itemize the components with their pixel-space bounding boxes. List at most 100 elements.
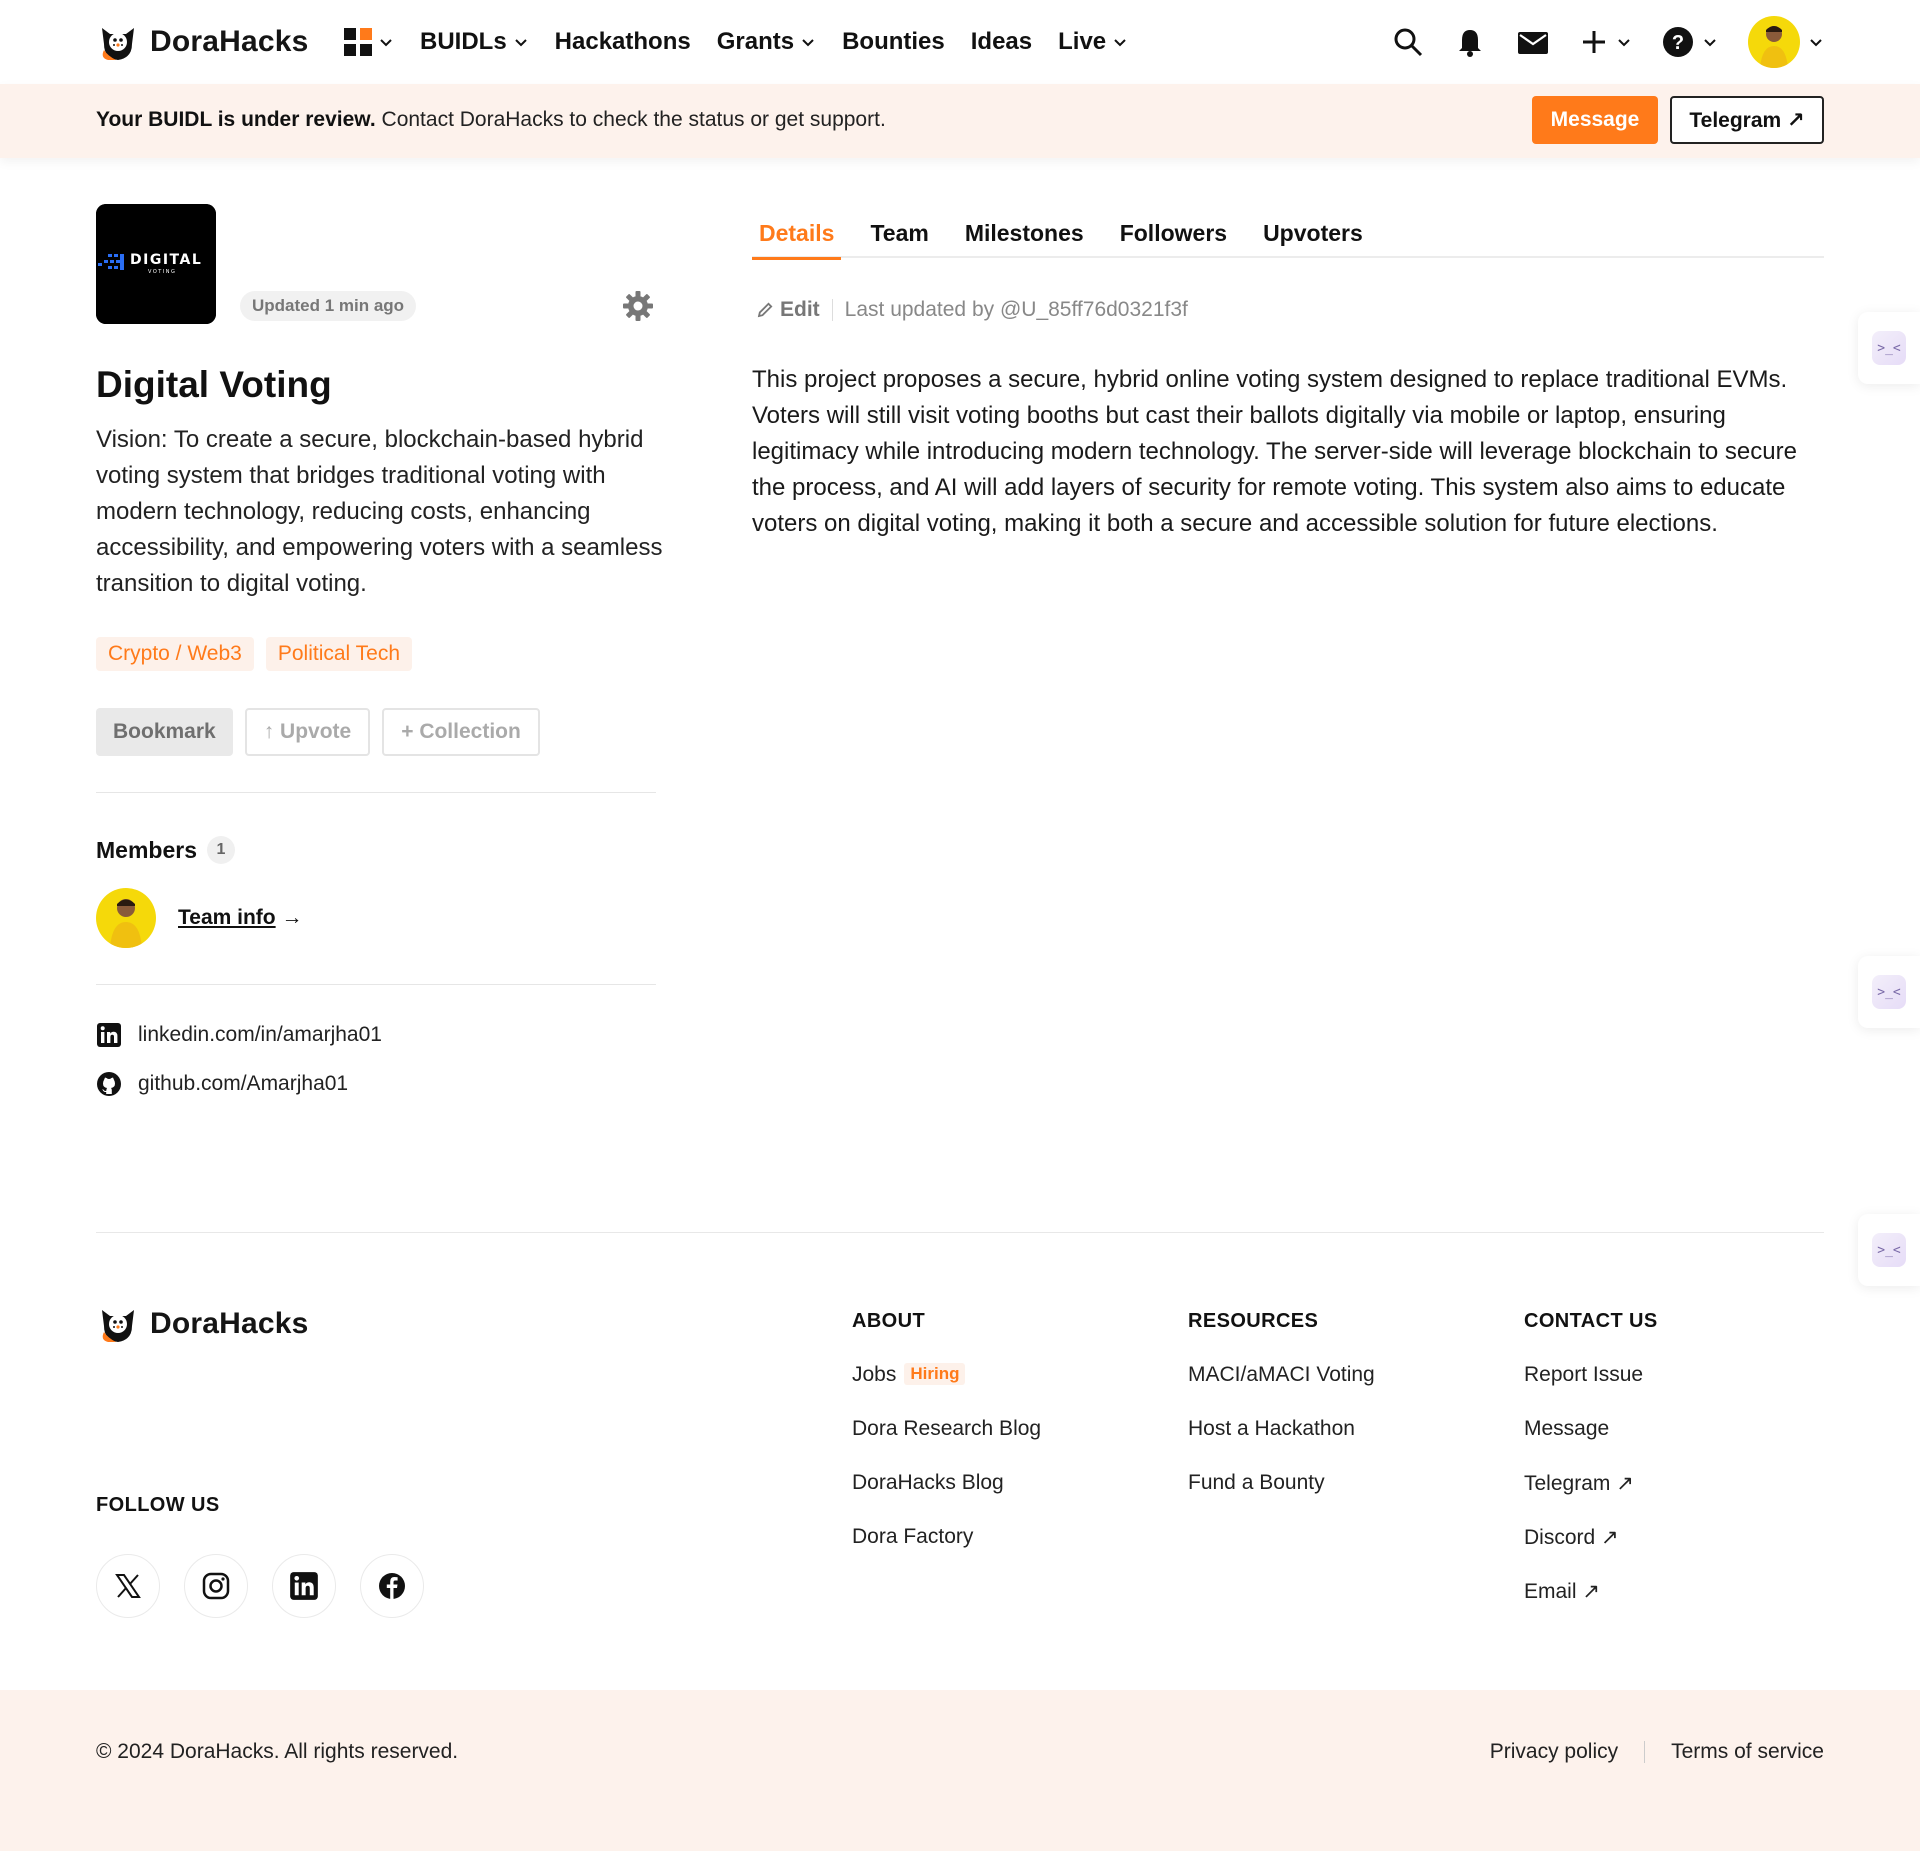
floating-assistant-button[interactable]: >_<: [1858, 1214, 1920, 1286]
search-icon[interactable]: [1392, 26, 1424, 58]
apps-grid-icon: [344, 28, 372, 56]
footer-link-fund-bounty[interactable]: Fund a Bounty: [1188, 1471, 1375, 1525]
footer-link-dorahacks-blog[interactable]: DoraHacks Blog: [852, 1471, 1041, 1525]
copyright-text: © 2024 DoraHacks. All rights reserved.: [96, 1740, 459, 1763]
svg-text:VOTING: VOTING: [148, 269, 176, 275]
linkedin-footer-link[interactable]: [272, 1554, 336, 1618]
footer-resources-column: RESOURCES MACI/aMACI Voting Host a Hacka…: [1188, 1310, 1375, 1525]
floating-assistant-button[interactable]: >_<: [1858, 312, 1920, 384]
instagram-icon: [202, 1572, 230, 1600]
help-icon: ?: [1663, 27, 1693, 57]
nav-label: Bounties: [842, 28, 945, 55]
create-menu-button[interactable]: [1580, 28, 1632, 56]
facebook-icon: [379, 1573, 405, 1599]
team-info-link[interactable]: Team info →: [178, 906, 302, 930]
tab-upvoters[interactable]: Upvoters: [1256, 210, 1370, 258]
svg-text:DIGITAL: DIGITAL: [130, 252, 202, 268]
footer-bottom-bar: © 2024 DoraHacks. All rights reserved. P…: [0, 1690, 1920, 1851]
apps-menu-button[interactable]: [344, 28, 394, 56]
terms-of-service-link[interactable]: Terms of service: [1671, 1740, 1824, 1764]
facebook-link[interactable]: [360, 1554, 424, 1618]
tab-milestones[interactable]: Milestones: [958, 210, 1091, 258]
project-title: Digital Voting: [96, 364, 332, 405]
footer-link-discord[interactable]: Discord ↗: [1524, 1525, 1658, 1579]
nav-label: Grants: [716, 28, 795, 55]
divider: [831, 299, 833, 321]
upvote-button[interactable]: ↑ Upvote: [244, 708, 371, 756]
tag-crypto-web3[interactable]: Crypto / Web3: [96, 637, 254, 671]
resources-heading: RESOURCES: [1188, 1310, 1319, 1332]
floating-assistant-button[interactable]: >_<: [1858, 956, 1920, 1028]
linkedin-icon: [97, 1023, 121, 1047]
nav-actions: ?: [1392, 14, 1824, 70]
person-icon: [1760, 26, 1788, 68]
edit-label: Edit: [780, 298, 820, 321]
footer-link-research-blog[interactable]: Dora Research Blog: [852, 1417, 1041, 1471]
pencil-icon: [757, 302, 773, 318]
assistant-icon: >_<: [1872, 975, 1906, 1009]
tab-team[interactable]: Team: [863, 210, 935, 258]
chevron-down-icon: [1114, 39, 1126, 47]
nav-item-hackathons[interactable]: Hackathons: [555, 28, 691, 56]
github-link[interactable]: github.com/Amarjha01: [96, 1071, 348, 1097]
bell-icon[interactable]: [1454, 26, 1486, 58]
x-twitter-link[interactable]: [96, 1554, 160, 1618]
footer-link-host-hackathon[interactable]: Host a Hackathon: [1188, 1417, 1375, 1471]
tab-details[interactable]: Details: [752, 210, 842, 260]
dorahacks-logo[interactable]: DoraHacks: [96, 20, 309, 64]
avatar: [1748, 16, 1800, 68]
follow-icons: [96, 1554, 424, 1618]
mail-icon[interactable]: [1516, 26, 1550, 58]
divider: [96, 984, 656, 985]
brand-name: DoraHacks: [150, 25, 309, 58]
footer-link-email[interactable]: Email ↗: [1524, 1579, 1658, 1633]
nav-item-bounties[interactable]: Bounties: [842, 28, 945, 56]
banner-bold-text: Your BUIDL is under review.: [96, 108, 376, 131]
add-collection-button[interactable]: + Collection: [382, 708, 540, 756]
main-nav: BUIDLs Hackathons Grants Bounties Ideas …: [344, 22, 1154, 62]
members-label: Members: [96, 836, 197, 863]
last-updated-text: Last updated by @U_85ff76d0321f3f: [844, 298, 1188, 321]
member-avatar[interactable]: [96, 888, 156, 948]
chevron-down-icon: [1704, 39, 1716, 47]
bookmark-button[interactable]: Bookmark: [96, 708, 233, 756]
footer-link-dora-factory[interactable]: Dora Factory: [852, 1525, 1041, 1579]
assistant-icon: >_<: [1872, 1233, 1906, 1267]
user-menu-button[interactable]: [1748, 16, 1824, 68]
nav-item-buidls[interactable]: BUIDLs: [420, 28, 529, 56]
message-button[interactable]: Message: [1532, 96, 1658, 144]
footer-link-telegram[interactable]: Telegram ↗: [1524, 1471, 1658, 1525]
chevron-down-icon: [1810, 39, 1822, 47]
chevron-down-icon: [380, 39, 392, 47]
gear-icon[interactable]: [622, 290, 654, 322]
tab-followers[interactable]: Followers: [1113, 210, 1234, 258]
nav-item-live[interactable]: Live: [1058, 28, 1128, 56]
tag-political-tech[interactable]: Political Tech: [265, 637, 413, 671]
footer-logo[interactable]: DoraHacks: [96, 1302, 309, 1346]
instagram-link[interactable]: [184, 1554, 248, 1618]
about-heading: ABOUT: [852, 1310, 926, 1332]
edit-button[interactable]: Edit: [756, 298, 820, 322]
project-logo-image: DIGITAL VOTING: [96, 204, 216, 324]
footer-link-jobs[interactable]: Jobs Hiring: [852, 1363, 1041, 1417]
telegram-button[interactable]: Telegram ↗: [1670, 96, 1824, 144]
nav-item-ideas[interactable]: Ideas: [971, 28, 1032, 56]
footer-contact-column: CONTACT US Report Issue Message Telegram…: [1524, 1310, 1658, 1633]
help-menu-button[interactable]: ?: [1662, 26, 1718, 58]
footer-link-message[interactable]: Message: [1524, 1417, 1658, 1471]
project-tabs: Details Team Milestones Followers Upvote…: [752, 210, 1824, 260]
updated-badge: Updated 1 min ago: [240, 291, 417, 321]
footer-divider: [96, 1232, 1824, 1233]
member-item: Team info →: [96, 888, 302, 948]
nav-item-grants[interactable]: Grants: [717, 28, 816, 56]
footer-link-maci-voting[interactable]: MACI/aMACI Voting: [1188, 1363, 1375, 1417]
dorahacks-owl-icon: [102, 28, 134, 60]
details-body: This project proposes a secure, hybrid o…: [752, 366, 1797, 537]
footer-link-report-issue[interactable]: Report Issue: [1524, 1363, 1658, 1417]
project-actions: Bookmark ↑ Upvote + Collection: [96, 708, 540, 756]
linkedin-link[interactable]: linkedin.com/in/amarjha01: [96, 1022, 382, 1048]
contact-heading: CONTACT US: [1524, 1310, 1658, 1332]
legal-links: Privacy policy Terms of service: [1490, 1740, 1824, 1764]
project-tags: Crypto / Web3 Political Tech: [96, 637, 413, 671]
privacy-policy-link[interactable]: Privacy policy: [1490, 1740, 1618, 1764]
